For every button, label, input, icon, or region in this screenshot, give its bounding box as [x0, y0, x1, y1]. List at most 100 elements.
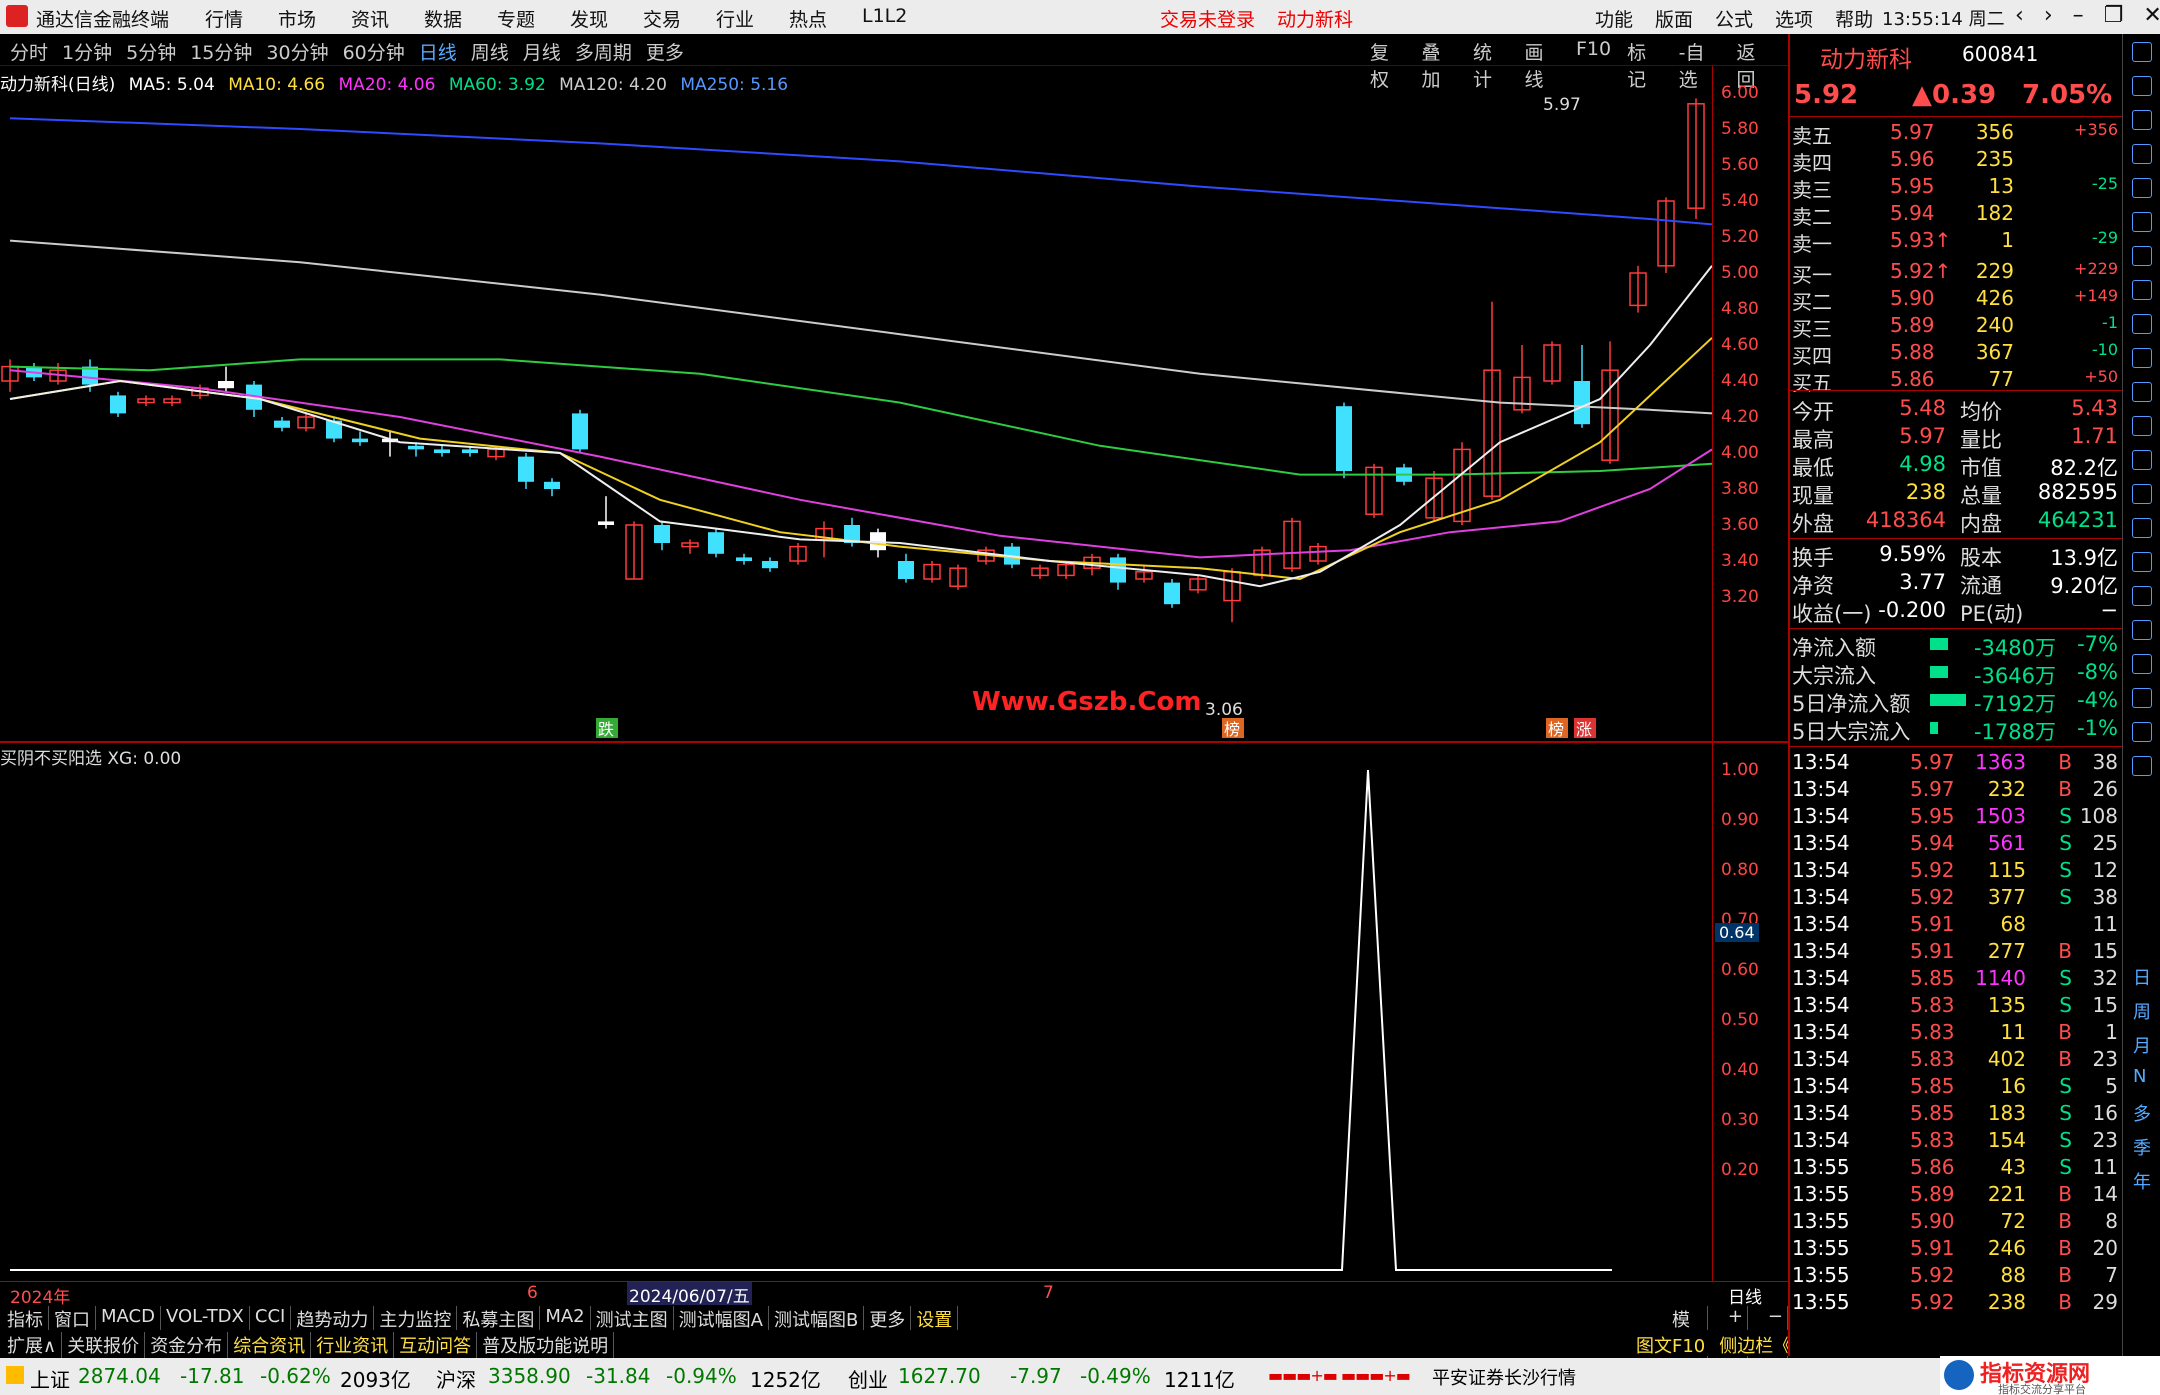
tool-icon[interactable]: [2132, 450, 2152, 470]
tool-icon[interactable]: [2132, 722, 2152, 742]
tab-multi-period[interactable]: 多周期: [575, 38, 632, 65]
order-book-row[interactable]: 卖五 5.97 356 +356: [1792, 120, 2122, 148]
minimize-icon[interactable]: –: [2073, 3, 2084, 28]
indicator-tab[interactable]: MACD: [96, 1306, 161, 1332]
menu-options[interactable]: 选项: [1775, 5, 1813, 32]
order-book-row[interactable]: 买二 5.90 426 +149: [1792, 286, 2122, 314]
order-book-row[interactable]: 卖三 5.95 13 -25: [1792, 174, 2122, 202]
tool-icon[interactable]: [2132, 246, 2152, 266]
tab-monthly[interactable]: 月线: [523, 38, 561, 65]
menu-help[interactable]: 帮助: [1835, 5, 1873, 32]
period-shortcut[interactable]: N: [2133, 1066, 2146, 1087]
indicator-tab[interactable]: 指标: [2, 1306, 49, 1332]
menu-formula[interactable]: 公式: [1715, 5, 1753, 32]
tab-more[interactable]: 更多: [646, 38, 684, 65]
indicator-tab[interactable]: MA2: [540, 1306, 591, 1332]
extension-tab[interactable]: 普及版功能说明: [477, 1332, 615, 1358]
extension-tab[interactable]: 行业资讯: [311, 1332, 395, 1358]
tool-icon[interactable]: [2132, 178, 2152, 198]
tab-15min[interactable]: 15分钟: [190, 38, 252, 65]
menu-hot[interactable]: 热点: [789, 5, 862, 32]
period-shortcut[interactable]: 季: [2133, 1134, 2151, 1160]
tab-5min[interactable]: 5分钟: [126, 38, 176, 65]
indicator-title[interactable]: 买阴不买阳选 XG: 0.00: [0, 744, 181, 769]
menu-market[interactable]: 市场: [278, 5, 351, 32]
menu-data[interactable]: 数据: [424, 5, 497, 32]
tool-icon[interactable]: [2132, 416, 2152, 436]
extension-tab[interactable]: 扩展∧: [2, 1332, 63, 1358]
indicator-chart[interactable]: [0, 760, 1712, 1280]
tool-icon[interactable]: [2132, 484, 2152, 504]
tool-icon[interactable]: [2132, 382, 2152, 402]
period-shortcut[interactable]: 月: [2133, 1032, 2151, 1058]
hs-label[interactable]: 沪深: [436, 1364, 476, 1393]
tab-daily[interactable]: 日线: [419, 38, 457, 65]
order-book-row[interactable]: 卖二 5.94 182: [1792, 201, 2122, 229]
restore-icon[interactable]: ❐: [2104, 3, 2124, 28]
forward-icon[interactable]: ›: [2044, 3, 2053, 28]
indicator-tab[interactable]: VOL-TDX: [161, 1306, 250, 1332]
period-shortcut[interactable]: 年: [2133, 1168, 2151, 1194]
kline-chart[interactable]: 5.97 3.06 Www.Gszb.Com 跌 榜 榜 涨: [0, 66, 1712, 741]
f10-text-button[interactable]: 图文F10: [1636, 1332, 1705, 1358]
menu-l1l2[interactable]: L1L2: [862, 5, 935, 32]
tool-icon[interactable]: [2132, 314, 2152, 334]
menu-industry[interactable]: 行业: [716, 5, 789, 32]
indicator-tab[interactable]: 测试幅图A: [674, 1306, 769, 1332]
indicator-tab[interactable]: 主力监控: [374, 1306, 458, 1332]
back-icon[interactable]: ‹: [2015, 3, 2024, 28]
order-book-row[interactable]: 买四 5.88 367 -10: [1792, 340, 2122, 368]
menu-discover[interactable]: 发现: [570, 5, 643, 32]
cy-label[interactable]: 创业: [848, 1364, 888, 1393]
tool-icon[interactable]: [2132, 110, 2152, 130]
indicator-tab[interactable]: CCI: [250, 1306, 292, 1332]
pane-divider[interactable]: [0, 741, 1788, 743]
order-book-row[interactable]: 买一 5.92↑ 229 +229: [1792, 259, 2122, 287]
tool-icon[interactable]: [2132, 144, 2152, 164]
extension-tab[interactable]: 互动问答: [394, 1332, 478, 1358]
tool-icon[interactable]: [2132, 620, 2152, 640]
indicator-tab[interactable]: 窗口: [49, 1306, 96, 1332]
tool-icon[interactable]: [2132, 76, 2152, 96]
period-shortcut[interactable]: 周: [2133, 998, 2151, 1024]
tool-icon[interactable]: [2132, 348, 2152, 368]
menu-news[interactable]: 资讯: [351, 5, 424, 32]
tool-icon[interactable]: [2132, 654, 2152, 674]
sh-label[interactable]: 上证: [30, 1364, 70, 1393]
indicator-tab[interactable]: 趋势动力: [291, 1306, 375, 1332]
menu-quotes[interactable]: 行情: [205, 5, 278, 32]
tab-weekly[interactable]: 周线: [471, 38, 509, 65]
order-book-row[interactable]: 卖四 5.96 235: [1792, 147, 2122, 175]
indicator-tab[interactable]: 测试主图: [591, 1306, 674, 1332]
tab-tick[interactable]: 分时: [10, 38, 48, 65]
sidebar-toggle[interactable]: 侧边栏《: [1719, 1332, 1791, 1358]
order-book-row[interactable]: 卖一 5.93↑ 1 -29: [1792, 228, 2122, 256]
indicator-tab[interactable]: 更多: [864, 1306, 912, 1332]
extension-tab[interactable]: 综合资讯: [228, 1332, 312, 1358]
extension-tab[interactable]: 关联报价: [62, 1332, 146, 1358]
indicator-tab[interactable]: 设置: [911, 1306, 959, 1332]
period-shortcut[interactable]: 日: [2133, 964, 2151, 990]
tab-60min[interactable]: 60分钟: [343, 38, 405, 65]
tool-icon[interactable]: [2132, 518, 2152, 538]
tool-icon[interactable]: [2132, 280, 2152, 300]
order-book-row[interactable]: 买三 5.89 240 -1: [1792, 313, 2122, 341]
tab-1min[interactable]: 1分钟: [62, 38, 112, 65]
tool-icon[interactable]: [2132, 212, 2152, 232]
menu-layout[interactable]: 版面: [1655, 5, 1693, 32]
menu-topics[interactable]: 专题: [497, 5, 570, 32]
menu-function[interactable]: 功能: [1595, 5, 1633, 32]
close-icon[interactable]: ✕: [2143, 3, 2160, 28]
extension-tab[interactable]: 资金分布: [145, 1332, 229, 1358]
tool-icon[interactable]: [2132, 688, 2152, 708]
tool-icon[interactable]: [2132, 552, 2152, 572]
indicator-tab[interactable]: 私募主图: [457, 1306, 541, 1332]
menu-trade[interactable]: 交易: [643, 5, 716, 32]
period-shortcut[interactable]: 多: [2133, 1100, 2151, 1126]
indicator-tab[interactable]: 测试幅图B: [769, 1306, 865, 1332]
tool-icon[interactable]: [2132, 756, 2152, 776]
tool-icon[interactable]: [2132, 42, 2152, 62]
login-status[interactable]: 交易未登录: [1160, 5, 1255, 32]
tab-30min[interactable]: 30分钟: [266, 38, 328, 65]
tool-icon[interactable]: [2132, 586, 2152, 606]
